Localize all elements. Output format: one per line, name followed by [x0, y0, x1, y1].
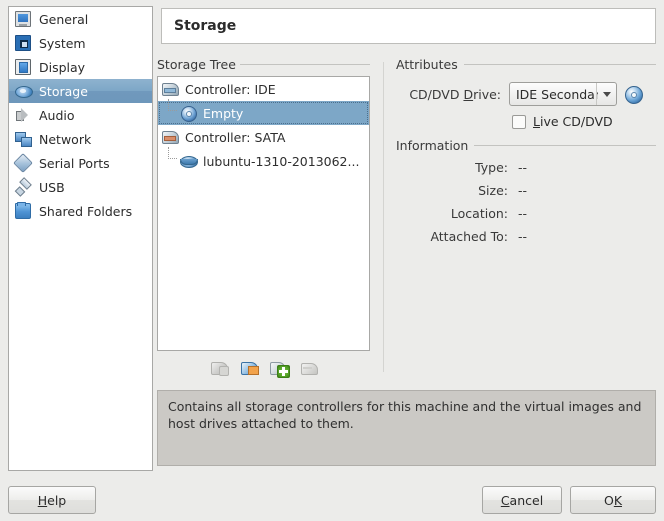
folder-icon — [15, 203, 31, 219]
sidebar-item-label: Audio — [39, 108, 75, 123]
info-type-label: Type: — [396, 160, 508, 175]
information-group-label: Information — [396, 138, 474, 153]
ok-button[interactable]: OK — [570, 486, 656, 514]
sidebar-item-label: Display — [39, 60, 85, 75]
sidebar-item-general[interactable]: General — [9, 7, 152, 31]
info-attached-to-value: -- — [518, 229, 527, 244]
tree-row-label: lubuntu-1310-2013062... — [203, 154, 359, 169]
sidebar-item-label: General — [39, 12, 88, 27]
tree-row-label: Controller: SATA — [185, 130, 285, 145]
cd-dvd-drive-label: CD/DVD Drive: — [396, 87, 501, 102]
monitor-icon — [15, 11, 31, 27]
storage-tree-group-rule — [240, 64, 370, 65]
live-cd-label: Live CD/DVD — [533, 114, 613, 129]
cd-disc-icon — [180, 105, 196, 121]
tree-row[interactable]: Controller: IDE — [158, 77, 369, 101]
ide-controller-icon — [162, 81, 178, 97]
add-controller-button[interactable] — [210, 359, 228, 377]
live-cd-checkbox-row[interactable]: Live CD/DVD — [512, 114, 613, 129]
usb-icon — [15, 179, 31, 195]
tree-row-label: Empty — [203, 106, 243, 121]
hard-disk-icon — [180, 153, 196, 169]
add-attachment-button[interactable] — [270, 359, 288, 377]
cancel-button-label: Cancel — [501, 493, 543, 508]
sidebar-item-network[interactable]: Network — [9, 127, 152, 151]
help-button[interactable]: Help — [8, 486, 96, 514]
sidebar-item-label: Shared Folders — [39, 204, 132, 219]
info-location-row: Location: -- — [396, 206, 527, 221]
sidebar-item-label: System — [39, 36, 86, 51]
attributes-group-label: Attributes — [396, 57, 464, 72]
display-icon — [15, 59, 31, 75]
choose-disk-image-icon[interactable] — [624, 85, 642, 103]
help-button-label: Help — [38, 493, 67, 508]
page-title-bar: Storage — [161, 8, 656, 44]
chip-icon — [15, 35, 31, 51]
sidebar-item-storage[interactable]: Storage — [9, 79, 152, 103]
sidebar-item-label: Storage — [39, 84, 88, 99]
speaker-icon — [15, 107, 31, 123]
tree-branch-line — [168, 99, 177, 111]
chevron-down-icon[interactable] — [596, 83, 616, 105]
sidebar-item-usb[interactable]: USB — [9, 175, 152, 199]
disk-icon — [15, 83, 31, 99]
tree-row[interactable]: Controller: SATA — [158, 125, 369, 149]
settings-category-list[interactable]: General System Display Storage Audio Net… — [8, 6, 153, 471]
remove-controller-button[interactable] — [240, 359, 258, 377]
tree-row-label: Controller: IDE — [185, 82, 276, 97]
storage-tree-group-label: Storage Tree — [157, 57, 242, 72]
info-type-value: -- — [518, 160, 527, 175]
attributes-group-rule — [464, 64, 656, 65]
vm-settings-dialog: General System Display Storage Audio Net… — [0, 0, 664, 521]
info-type-row: Type: -- — [396, 160, 527, 175]
sidebar-item-system[interactable]: System — [9, 31, 152, 55]
panel-splitter[interactable] — [383, 62, 384, 372]
description-panel: Contains all storage controllers for thi… — [157, 390, 656, 466]
ok-button-label: OK — [604, 493, 622, 508]
description-text: Contains all storage controllers for thi… — [168, 399, 641, 431]
info-size-row: Size: -- — [396, 183, 527, 198]
cd-dvd-drive-row: CD/DVD Drive: IDE Secondary — [396, 82, 654, 106]
remove-attachment-button[interactable] — [300, 359, 318, 377]
storage-tree[interactable]: Controller: IDE Empty Controller: SATA l… — [157, 76, 370, 351]
info-attached-to-label: Attached To: — [396, 229, 508, 244]
information-group-rule — [474, 145, 656, 146]
cancel-button[interactable]: Cancel — [482, 486, 562, 514]
sidebar-item-audio[interactable]: Audio — [9, 103, 152, 127]
sata-controller-icon — [162, 129, 178, 145]
sidebar-item-serial-ports[interactable]: Serial Ports — [9, 151, 152, 175]
info-attached-to-row: Attached To: -- — [396, 229, 527, 244]
storage-tree-toolbar — [157, 355, 370, 381]
info-location-label: Location: — [396, 206, 508, 221]
tree-row[interactable]: lubuntu-1310-2013062... — [158, 149, 369, 173]
network-icon — [15, 131, 31, 147]
info-size-value: -- — [518, 183, 527, 198]
tree-branch-line — [168, 147, 177, 159]
cd-dvd-drive-value: IDE Secondary — [510, 87, 598, 102]
info-location-value: -- — [518, 206, 527, 221]
info-size-label: Size: — [396, 183, 508, 198]
sidebar-item-label: Serial Ports — [39, 156, 110, 171]
sidebar-item-label: USB — [39, 180, 65, 195]
serial-port-icon — [15, 155, 31, 171]
page-title: Storage — [174, 18, 236, 34]
sidebar-item-shared-folders[interactable]: Shared Folders — [9, 199, 152, 223]
tree-row[interactable]: Empty — [158, 101, 369, 125]
live-cd-checkbox[interactable] — [512, 115, 526, 129]
cd-dvd-drive-select[interactable]: IDE Secondary — [509, 82, 617, 106]
sidebar-item-display[interactable]: Display — [9, 55, 152, 79]
sidebar-item-label: Network — [39, 132, 91, 147]
